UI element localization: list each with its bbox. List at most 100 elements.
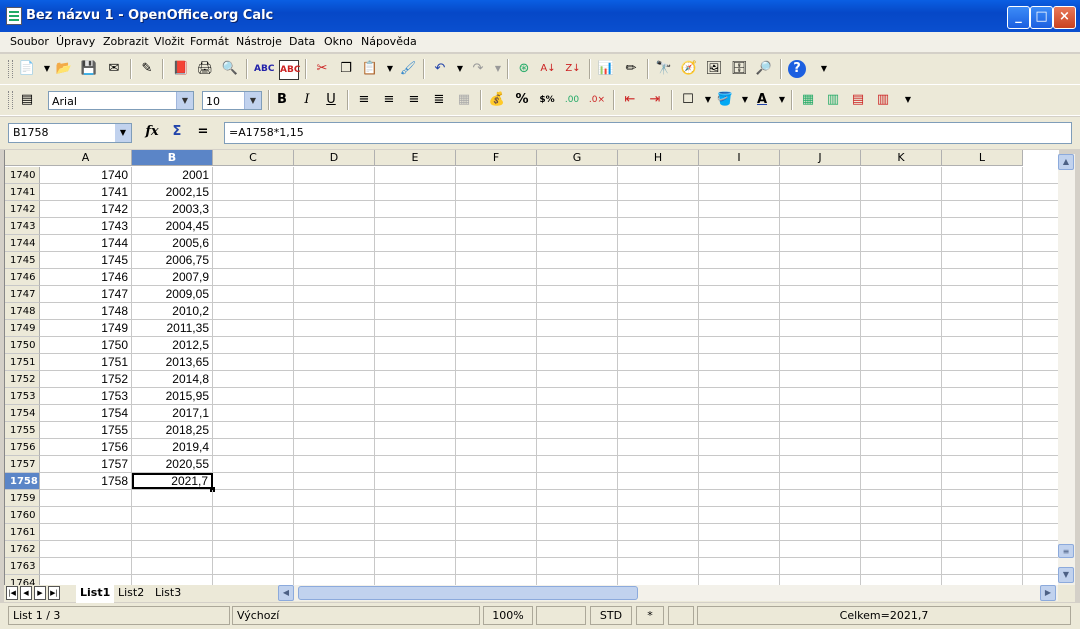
row-header[interactable]: 1758	[5, 473, 40, 490]
borders-dropdown-icon[interactable]: ▼	[699, 91, 717, 109]
cell-d[interactable]	[294, 439, 375, 455]
cell-f[interactable]	[456, 524, 537, 540]
cell-h[interactable]	[618, 269, 699, 285]
cell-h[interactable]	[618, 524, 699, 540]
cell-b[interactable]	[132, 490, 213, 506]
underline-icon[interactable]: U	[322, 91, 340, 109]
cell-e[interactable]	[375, 507, 456, 523]
cell-k[interactable]	[861, 269, 942, 285]
scroll-left-icon[interactable]: ◀	[278, 585, 294, 601]
cell-a[interactable]: 1752	[40, 371, 132, 387]
navigator-compass-icon[interactable]: 🧭	[680, 60, 698, 78]
cell-a[interactable]: 1746	[40, 269, 132, 285]
cell-e[interactable]	[375, 269, 456, 285]
cell-d[interactable]	[294, 235, 375, 251]
cell-l[interactable]	[942, 320, 1023, 336]
background-dropdown-icon[interactable]: ▼	[736, 91, 754, 109]
cell-d[interactable]	[294, 456, 375, 472]
cell-i[interactable]	[699, 524, 780, 540]
column-header-f[interactable]: F	[456, 150, 537, 166]
paste-icon[interactable]: 📋	[361, 60, 379, 78]
cell-k[interactable]	[861, 541, 942, 557]
previous-sheet-icon[interactable]: ◀	[20, 586, 32, 600]
cell-l[interactable]	[942, 235, 1023, 251]
cell-b[interactable]: 2009,05	[132, 286, 213, 302]
toolbar-grip[interactable]	[8, 91, 13, 109]
cell-e[interactable]	[375, 320, 456, 336]
cell-i[interactable]	[699, 218, 780, 234]
merge-cells-icon[interactable]: ▦	[455, 91, 473, 109]
cell-k[interactable]	[861, 507, 942, 523]
horizontal-scrollbar[interactable]: ◀ ▶	[278, 585, 1058, 601]
cell-i[interactable]	[699, 575, 780, 585]
row-header[interactable]: 1757	[5, 456, 40, 473]
cell-e[interactable]	[375, 354, 456, 370]
first-sheet-icon[interactable]: |◀	[6, 586, 18, 600]
cell-h[interactable]	[618, 507, 699, 523]
cell-c[interactable]	[213, 524, 294, 540]
zoom-icon[interactable]: 🔎	[755, 60, 773, 78]
print-icon[interactable]: 🖨	[196, 60, 214, 78]
column-header-g[interactable]: G	[537, 150, 618, 166]
draw-functions-icon[interactable]: ✏	[622, 60, 640, 78]
cell-f[interactable]	[456, 371, 537, 387]
cell-b[interactable]: 2015,95	[132, 388, 213, 404]
cell-i[interactable]	[699, 303, 780, 319]
cell-c[interactable]	[213, 167, 294, 183]
cell-k[interactable]	[861, 388, 942, 404]
cell-b[interactable]: 2007,9	[132, 269, 213, 285]
cell-j[interactable]	[780, 507, 861, 523]
row-header[interactable]: 1740	[5, 167, 40, 184]
cell-c[interactable]	[213, 422, 294, 438]
cell-c[interactable]	[213, 218, 294, 234]
cell-c[interactable]	[213, 354, 294, 370]
row-header[interactable]: 1750	[5, 337, 40, 354]
cell-h[interactable]	[618, 201, 699, 217]
cell-a[interactable]: 1754	[40, 405, 132, 421]
cell-c[interactable]	[213, 541, 294, 557]
cell-i[interactable]	[699, 354, 780, 370]
cell-d[interactable]	[294, 320, 375, 336]
select-all-corner[interactable]	[5, 150, 41, 166]
cell-b[interactable]: 2002,15	[132, 184, 213, 200]
insert-rows-icon[interactable]: ▦	[799, 91, 817, 109]
cell-b[interactable]: 2014,8	[132, 371, 213, 387]
cell-j[interactable]	[780, 405, 861, 421]
minimize-button[interactable]: _	[1007, 6, 1030, 29]
row-header[interactable]: 1748	[5, 303, 40, 320]
font-size-combo[interactable]: 10 ▼	[202, 91, 262, 110]
last-sheet-icon[interactable]: ▶|	[48, 586, 60, 600]
cell-f[interactable]	[456, 201, 537, 217]
menu-upravy[interactable]: Úpravy	[56, 35, 95, 48]
align-center-icon[interactable]: ≡	[380, 91, 398, 109]
cell-d[interactable]	[294, 371, 375, 387]
row-header[interactable]: 1749	[5, 320, 40, 337]
cell-c[interactable]	[213, 184, 294, 200]
cell-g[interactable]	[537, 507, 618, 523]
cell-k[interactable]	[861, 337, 942, 353]
cell-g[interactable]	[537, 439, 618, 455]
cell-g[interactable]	[537, 371, 618, 387]
add-decimal-icon[interactable]: .00	[563, 91, 581, 109]
new-dropdown-icon[interactable]: ▼	[38, 60, 56, 78]
cell-f[interactable]	[456, 320, 537, 336]
cell-k[interactable]	[861, 354, 942, 370]
row-header[interactable]: 1755	[5, 422, 40, 439]
cell-l[interactable]	[942, 218, 1023, 234]
cell-k[interactable]	[861, 490, 942, 506]
cell-h[interactable]	[618, 456, 699, 472]
find-replace-icon[interactable]: 🔭	[655, 60, 673, 78]
cell-l[interactable]	[942, 303, 1023, 319]
borders-icon[interactable]: ☐	[679, 91, 697, 109]
cell-i[interactable]	[699, 167, 780, 183]
cell-h[interactable]	[618, 235, 699, 251]
copy-icon[interactable]: ❐	[337, 60, 355, 78]
cell-l[interactable]	[942, 252, 1023, 268]
undo-icon[interactable]: ↶	[431, 60, 449, 78]
cell-h[interactable]	[618, 167, 699, 183]
row-header[interactable]: 1744	[5, 235, 40, 252]
cell-f[interactable]	[456, 303, 537, 319]
cell-k[interactable]	[861, 524, 942, 540]
autospellcheck-icon[interactable]: ABC	[279, 60, 300, 80]
row-header[interactable]: 1752	[5, 371, 40, 388]
